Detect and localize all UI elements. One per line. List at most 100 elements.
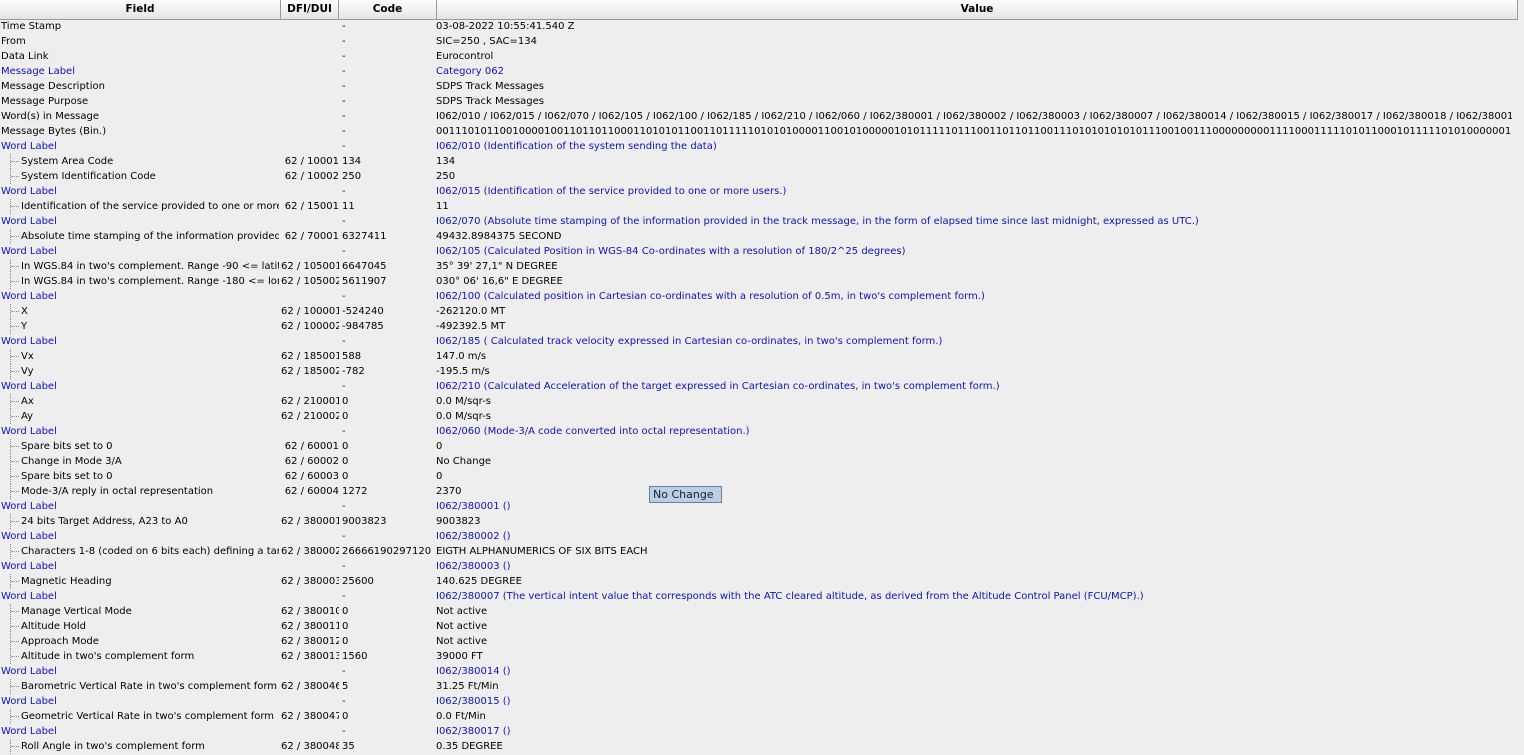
table-row-label[interactable]: Word Label - I062/060 (Mode-3/A code conve… <box>0 424 1524 439</box>
table-row[interactable]: Absolute time stamping of the informatio… <box>0 229 1524 244</box>
table-row[interactable]: Data Link - Eurocontrol <box>0 49 1524 64</box>
cell-field: Altitude Hold <box>21 621 87 632</box>
table-row[interactable]: Vx 62 / 185001 588 147.0 m/s <box>0 349 1524 364</box>
table-row[interactable]: X 62 / 100001 -524240 -262120.0 MT <box>0 304 1524 319</box>
column-header-code[interactable]: Code <box>339 0 437 19</box>
table-row[interactable]: Characters 1-8 (coded on 6 bits each) de… <box>0 544 1524 559</box>
table-row[interactable]: Message Purpose - SDPS Track Messages <box>0 94 1524 109</box>
table-row[interactable]: Ay 62 / 210002 0 0.0 M/sqr-s <box>0 409 1524 424</box>
table-row-label[interactable]: Word Label - I062/380015 () <box>0 694 1524 709</box>
cell-dfi-dui: 62 / 60003 <box>284 471 339 482</box>
table-row[interactable]: System Area Code 62 / 10001 134 134 <box>0 154 1524 169</box>
cell-field: Absolute time stamping of the informatio… <box>21 231 279 242</box>
cell-field: Manage Vertical Mode <box>21 606 132 617</box>
cell-field: Change in Mode 3/A <box>21 456 122 467</box>
table-row-label[interactable]: Word Label - I062/100 (Calculated position… <box>0 289 1524 304</box>
table-row[interactable]: Message Description - SDPS Track Messages <box>0 79 1524 94</box>
table-row[interactable]: Spare bits set to 0 62 / 60001 0 0 <box>0 439 1524 454</box>
table-row[interactable]: Mode-3/A reply in octal representation 62… <box>0 484 1524 499</box>
tree-connector <box>10 514 21 529</box>
table-row[interactable]: Altitude in two's complement form 62 / 38… <box>0 649 1524 664</box>
cell-value: -262120.0 MT <box>436 306 506 317</box>
table-row[interactable]: System Identification Code 62 / 10002 250 2… <box>0 169 1524 184</box>
cell-value: 35° 39' 27,1" N DEGREE <box>436 261 558 272</box>
table-header: Field DFI/DUI Code Value <box>0 0 1518 20</box>
table-row[interactable]: Word(s) in Message - I062/010 / I062/015 /… <box>0 109 1524 124</box>
cell-field: 24 bits Target Address, A23 to A0 <box>21 516 188 527</box>
cell-code: 6647045 <box>342 261 387 272</box>
cell-dfi-dui: 62 / 380002 <box>281 546 339 557</box>
cell-code: -984785 <box>342 321 384 332</box>
cell-code: 250 <box>342 171 362 182</box>
table-row-label[interactable]: Word Label - I062/380017 () <box>0 724 1524 739</box>
table-row[interactable]: In WGS.84 in two's complement. Range -90… <box>0 259 1524 274</box>
cell-code: 0 <box>342 636 349 647</box>
tree-connector <box>10 274 21 289</box>
table-row[interactable]: Roll Angle in two's complement form 62 / … <box>0 739 1524 754</box>
table-row-label[interactable]: Word Label - I062/185 ( Calculated track v… <box>0 334 1524 349</box>
cell-value: No Change <box>436 456 492 467</box>
table-row[interactable]: Manage Vertical Mode 62 / 380010 0 Not acti… <box>0 604 1524 619</box>
tree-connector <box>10 304 21 319</box>
cell-code: - <box>342 291 346 302</box>
cell-field: X <box>21 306 28 317</box>
cell-field: Word(s) in Message <box>1 111 100 122</box>
table-row[interactable]: Spare bits set to 0 62 / 60003 0 0 <box>0 469 1524 484</box>
cell-value: 0.0 Ft/Min <box>436 711 486 722</box>
table-row[interactable]: From - SIC=250 , SAC=134 <box>0 34 1524 49</box>
cell-field: Word Label <box>1 501 57 512</box>
cell-code: 1560 <box>342 651 368 662</box>
cell-code: - <box>342 141 346 152</box>
cell-value: SIC=250 , SAC=134 <box>436 36 537 47</box>
cell-value: -492392.5 MT <box>436 321 506 332</box>
cell-code: 0 <box>342 471 349 482</box>
column-header-field[interactable]: Field <box>0 0 281 19</box>
tree-connector <box>10 364 21 379</box>
table-row[interactable]: Approach Mode 62 / 380012 0 Not active <box>0 634 1524 649</box>
table-row[interactable]: Time Stamp - 03-08-2022 10:55:41.540 Z <box>0 19 1524 34</box>
table-row[interactable]: Magnetic Heading 62 / 380003 25600 140.625 … <box>0 574 1524 589</box>
table-row-label[interactable]: Word Label - I062/380014 () <box>0 664 1524 679</box>
cell-dfi-dui: 62 / 10001 <box>284 156 339 167</box>
table-row[interactable]: Vy 62 / 185002 -782 -195.5 m/s <box>0 364 1524 379</box>
cell-field: Word Label <box>1 726 57 737</box>
cell-value: 9003823 <box>436 516 481 527</box>
table-row[interactable]: 24 bits Target Address, A23 to A0 62 / 38… <box>0 514 1524 529</box>
cell-code: - <box>342 126 346 137</box>
cell-value: Eurocontrol <box>436 51 494 62</box>
tree-connector <box>10 394 21 409</box>
table-row[interactable]: In WGS.84 in two's complement. Range -18… <box>0 274 1524 289</box>
table-row-label[interactable]: Word Label - I062/010 (Identification of t… <box>0 139 1524 154</box>
cell-dfi-dui: 62 / 105001 <box>281 261 339 272</box>
table-row[interactable]: Change in Mode 3/A 62 / 60002 0 No Change <box>0 454 1524 469</box>
table-row-label[interactable]: Word Label - I062/380003 () <box>0 559 1524 574</box>
table-row-label[interactable]: Word Label - I062/380002 () <box>0 529 1524 544</box>
cell-field: Vx <box>21 351 34 362</box>
table-row-label[interactable]: Message Label - Category 062 <box>0 64 1524 79</box>
table-row-label[interactable]: Word Label - I062/070 (Absolute time stamp… <box>0 214 1524 229</box>
table-row-label[interactable]: Word Label - I062/380007 (The vertical int… <box>0 589 1524 604</box>
cell-field: Mode-3/A reply in octal representation <box>21 486 214 497</box>
table-row[interactable]: Message Bytes (Bin.) - 0011101011001000010… <box>0 124 1524 139</box>
tooltip: No Change <box>649 486 722 503</box>
table-row-label[interactable]: Word Label - I062/210 (Calculated Accelera… <box>0 379 1524 394</box>
table-row[interactable]: Identification of the service provided t… <box>0 199 1524 214</box>
table-row[interactable]: Altitude Hold 62 / 380011 0 Not active <box>0 619 1524 634</box>
cell-value: SDPS Track Messages <box>436 96 544 107</box>
table-row-label[interactable]: Word Label - I062/380001 () <box>0 499 1524 514</box>
cell-value: I062/060 (Mode-3/A code converted into o… <box>436 426 750 437</box>
table-row[interactable]: Geometric Vertical Rate in two's complem… <box>0 709 1524 724</box>
column-header-dfi-dui[interactable]: DFI/DUI <box>281 0 339 19</box>
table-row-label[interactable]: Word Label - I062/105 (Calculated Position… <box>0 244 1524 259</box>
cell-dfi-dui: 62 / 380048 <box>281 741 339 752</box>
table-row[interactable]: Ax 62 / 210001 0 0.0 M/sqr-s <box>0 394 1524 409</box>
cell-field: Identification of the service provided t… <box>21 201 279 212</box>
column-header-value[interactable]: Value <box>437 0 1518 19</box>
message-tree-table: Time Stamp - 03-08-2022 10:55:41.540 Z From… <box>0 19 1524 754</box>
tree-connector <box>10 169 21 184</box>
tree-connector <box>10 634 21 649</box>
table-row[interactable]: Y 62 / 100002 -984785 -492392.5 MT <box>0 319 1524 334</box>
table-row[interactable]: Barometric Vertical Rate in two's comple… <box>0 679 1524 694</box>
cell-value: I062/105 (Calculated Position in WGS-84 … <box>436 246 906 257</box>
table-row-label[interactable]: Word Label - I062/015 (Identification of t… <box>0 184 1524 199</box>
